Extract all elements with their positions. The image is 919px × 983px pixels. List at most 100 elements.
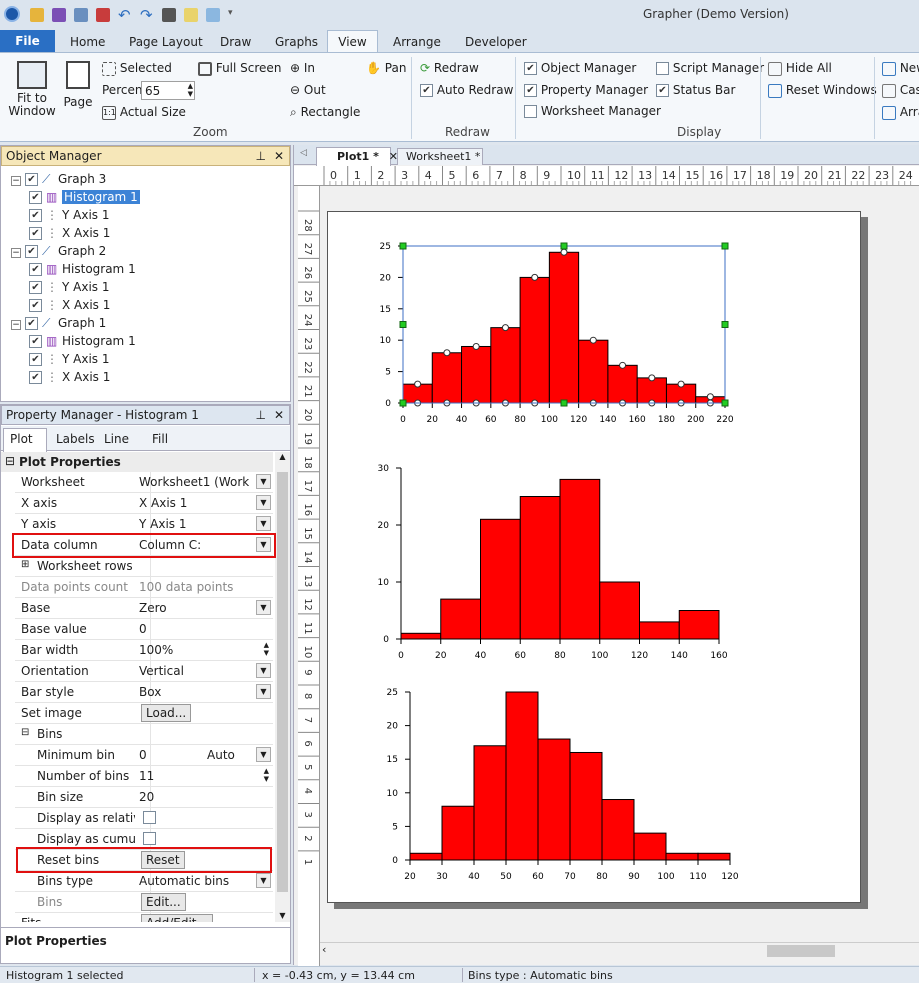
tree-item[interactable]: − ⟋ Graph 1: [11, 314, 106, 332]
chevron-down-icon[interactable]: ▼: [256, 495, 271, 510]
actual-size-button[interactable]: 1:1 Actual Size: [102, 105, 186, 120]
full-screen-button[interactable]: Full Screen: [198, 61, 281, 76]
histogram-bar[interactable]: [569, 751, 603, 861]
open-folder-icon[interactable]: [30, 8, 44, 22]
tree-item[interactable]: − ⟋ Graph 3: [11, 170, 106, 188]
visibility-checkbox[interactable]: [29, 371, 42, 384]
pin-icon[interactable]: ⊥: [256, 406, 266, 425]
resize-handle[interactable]: [721, 321, 729, 328]
resize-handle[interactable]: [560, 242, 568, 250]
tree-item[interactable]: ⋮ X Axis 1: [29, 296, 110, 314]
property-value[interactable]: Vertical: [139, 664, 249, 678]
zoom-in-button[interactable]: ⊕ In: [290, 61, 315, 75]
property-row[interactable]: Fits Add/Edit...: [15, 913, 273, 922]
property-checkbox[interactable]: [143, 811, 156, 824]
property-row[interactable]: Base value 0: [15, 619, 273, 640]
histogram-bar[interactable]: [461, 345, 492, 404]
histogram-bar[interactable]: [548, 251, 580, 404]
save-icon[interactable]: [52, 8, 66, 22]
tab-graphs[interactable]: Graphs: [275, 35, 318, 49]
page-button[interactable]: Page: [62, 61, 94, 123]
visibility-checkbox[interactable]: [29, 281, 42, 294]
bar-handle[interactable]: [560, 248, 568, 256]
print-preview-icon[interactable]: [74, 8, 88, 22]
property-value[interactable]: 20: [139, 790, 249, 804]
bar-handle[interactable]: [619, 361, 627, 369]
zoom-rectangle-button[interactable]: ⌕ Rectangle: [290, 105, 360, 120]
bar-handle[interactable]: [589, 336, 597, 344]
pan-button[interactable]: ✋ Pan: [366, 61, 406, 75]
status-bar-checkbox[interactable]: [656, 84, 669, 97]
property-value[interactable]: Box: [139, 685, 249, 699]
visibility-checkbox[interactable]: [29, 209, 42, 222]
chevron-down-icon[interactable]: ▼: [256, 663, 271, 678]
resize-handle[interactable]: [560, 399, 568, 407]
property-value[interactable]: Automatic bins: [139, 874, 249, 888]
tree-item[interactable]: − ⟋ Graph 2: [11, 242, 106, 260]
tab-file[interactable]: File: [0, 30, 55, 52]
object-manager-toggle[interactable]: Object Manager: [524, 61, 636, 75]
script-manager-toggle[interactable]: Script Manager: [656, 61, 764, 75]
property-row[interactable]: ⊞ Worksheet rows: [15, 556, 273, 577]
histogram-bar[interactable]: [633, 832, 667, 861]
tree-item[interactable]: ⋮ X Axis 1: [29, 368, 110, 386]
chevron-down-icon[interactable]: ▼: [256, 747, 271, 762]
property-row[interactable]: Data points count 100 data points: [15, 577, 273, 598]
property-value[interactable]: Zero: [139, 601, 249, 615]
property-button[interactable]: Add/Edit...: [141, 914, 213, 922]
property-row[interactable]: Orientation Vertical ▼: [15, 661, 273, 682]
bar-handle[interactable]: [443, 349, 451, 357]
tab-scroll-left-icon[interactable]: ◁: [300, 148, 307, 158]
bar-handle[interactable]: [501, 324, 509, 332]
bar-handle[interactable]: [677, 380, 685, 388]
close-icon[interactable]: ✕: [274, 147, 284, 166]
redraw-button[interactable]: ⟳ Redraw: [420, 61, 479, 75]
chevron-down-icon[interactable]: ▼: [256, 516, 271, 531]
property-button[interactable]: Edit...: [141, 893, 186, 911]
visibility-checkbox[interactable]: [29, 353, 42, 366]
tree-item[interactable]: ⋮ X Axis 1: [29, 224, 110, 242]
close-document-icon[interactable]: [96, 8, 110, 22]
resize-handle[interactable]: [721, 399, 729, 407]
zoom-selected-button[interactable]: Selected: [102, 61, 172, 76]
histogram-bar[interactable]: [601, 799, 635, 861]
object-manager-checkbox[interactable]: [524, 62, 537, 75]
chevron-down-icon[interactable]: ▼: [256, 474, 271, 489]
bar-handle[interactable]: [648, 374, 656, 382]
histogram-graph-1[interactable]: 0 20 40 60 80 100 120 140 160 180 200 220 0 5 10 15 20 25: [380, 242, 734, 425]
resize-handle[interactable]: [399, 321, 407, 328]
spinner-arrows-icon[interactable]: ▲ ▼: [188, 82, 193, 98]
visibility-checkbox[interactable]: [29, 299, 42, 312]
tab-home[interactable]: Home: [70, 35, 105, 49]
property-row[interactable]: X axis X Axis 1 ▼: [15, 493, 273, 514]
property-value[interactable]: Y Axis 1: [139, 517, 249, 531]
property-row[interactable]: Minimum bin 0 Auto ▼: [15, 745, 273, 766]
resize-handle[interactable]: [721, 242, 729, 250]
new-worksheet-icon[interactable]: [206, 8, 220, 22]
property-row[interactable]: Bar style Box ▼: [15, 682, 273, 703]
cascade-button[interactable]: Cas: [882, 83, 919, 98]
tree-item[interactable]: ⋮ Y Axis 1: [29, 278, 110, 296]
customize-quick-access-icon[interactable]: ▾: [228, 8, 233, 18]
spinner-arrows-icon[interactable]: ▲ ▼: [264, 641, 269, 657]
property-row[interactable]: Bins Edit...: [15, 892, 273, 913]
pin-icon[interactable]: ⊥: [256, 147, 266, 166]
visibility-checkbox[interactable]: [29, 227, 42, 240]
chevron-down-icon[interactable]: ▼: [256, 684, 271, 699]
visibility-checkbox[interactable]: [29, 191, 42, 204]
new-plot-icon[interactable]: [184, 8, 198, 22]
visibility-checkbox[interactable]: [29, 263, 42, 276]
bar-handle[interactable]: [472, 342, 480, 350]
histogram-bar[interactable]: [473, 745, 507, 861]
property-row[interactable]: Y axis Y Axis 1 ▼: [15, 514, 273, 535]
tab-line[interactable]: Line: [104, 432, 129, 446]
fit-to-window-button[interactable]: Fit to Window: [8, 61, 56, 123]
collapse-icon[interactable]: ⊟: [21, 727, 29, 738]
property-row[interactable]: Display as relativ...: [15, 808, 273, 829]
plot-properties-header[interactable]: ⊟ Plot Properties: [1, 452, 273, 472]
tree-item[interactable]: ⋮ Y Axis 1: [29, 350, 110, 368]
property-value[interactable]: 0: [139, 622, 249, 636]
histogram-bar[interactable]: [490, 327, 521, 404]
scroll-up-icon[interactable]: ▲: [275, 452, 290, 461]
zoom-out-button[interactable]: ⊖ Out: [290, 83, 326, 97]
